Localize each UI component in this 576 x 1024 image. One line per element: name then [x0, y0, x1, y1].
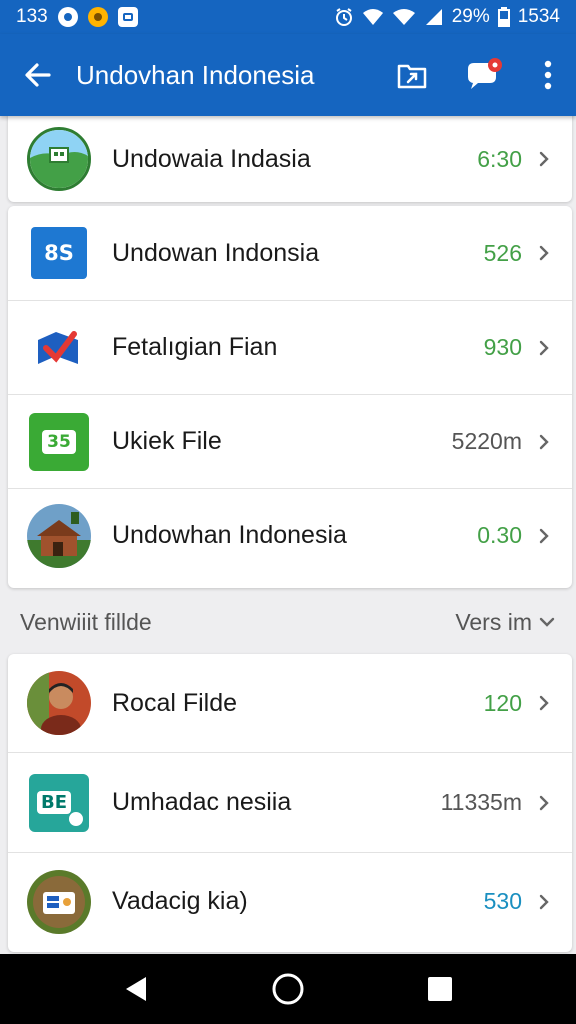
list-item-value: 0.30 [477, 522, 522, 548]
list-item-value: 526 [483, 239, 522, 266]
list-item-label: Undowan Indonsia [112, 238, 320, 267]
list-item-value: 11335m [440, 789, 522, 815]
wifi-icon-2 [392, 7, 416, 27]
back-triangle-icon [126, 977, 146, 1001]
list-item-value: 120 [483, 689, 522, 716]
list-card-top: Undowaia Indasia 6:30 [8, 110, 572, 202]
list-item[interactable]: 8S Undowan Indonsia 526 [8, 206, 572, 300]
chevron-right-icon [530, 888, 558, 916]
more-options-button[interactable] [520, 34, 576, 116]
status-bar: 133 29% 1534 [0, 0, 576, 34]
chevron-right-icon [530, 145, 558, 173]
battery-icon [497, 7, 510, 27]
recents-square-icon [428, 977, 452, 1001]
list-item-label: Rocal Filde [112, 688, 238, 717]
list-item-value: 6:30 [477, 145, 522, 172]
share-folder-icon [397, 64, 427, 89]
battery-percent: 29% [451, 6, 490, 27]
list-item[interactable]: Fetalıgian Fian 930 [8, 300, 572, 394]
list-item[interactable]: Vadacig kia) 530 [8, 852, 572, 950]
chevron-right-icon [530, 334, 558, 362]
version-select-label: Vers im [455, 608, 532, 635]
list-card-main: 8S Undowan Indonsia 526 Fetalıgian Fian … [8, 206, 572, 588]
list-item[interactable]: Rocal Filde 120 [8, 654, 572, 752]
list-item-label: Undowhan Indonesia [112, 521, 347, 549]
person-avatar [27, 671, 91, 735]
notification-icon [57, 7, 78, 27]
chevron-right-icon [530, 239, 558, 267]
nav-recents-button[interactable] [410, 959, 470, 1019]
section-title: Venwiiit fillde [20, 608, 152, 635]
page-title: Undovhan Indonesia [76, 59, 315, 90]
green-doc-icon: 35 [29, 412, 89, 471]
list-item-value: 5220m [451, 428, 522, 454]
list-item[interactable]: 35 Ukiek File 5220m [8, 394, 572, 488]
list-item-value: 930 [483, 334, 522, 360]
list-item-label: Fetalıgian Fian [112, 333, 278, 361]
app-icon [87, 7, 108, 27]
chevron-right-icon [530, 789, 558, 817]
signal-icon [424, 7, 444, 27]
chat-button[interactable] [448, 34, 520, 116]
share-folder-button[interactable] [376, 34, 448, 116]
arrow-left-icon [25, 63, 51, 87]
list-item[interactable]: Undowaia Indasia 6:30 [8, 110, 572, 202]
nav-home-button[interactable] [258, 959, 318, 1019]
chevron-down-icon [539, 617, 555, 627]
chat-bubble-icon [468, 58, 502, 89]
section-header: Venwiiit fillde Vers im [0, 596, 576, 648]
wifi-icon [362, 7, 384, 27]
list-item[interactable]: Undowhan Indonesia 0.30 [8, 488, 572, 582]
status-time-right: 1534 [517, 6, 560, 27]
alarm-icon [334, 7, 354, 27]
list-item-label: Vadacig kia) [112, 887, 248, 915]
chevron-right-icon [530, 428, 558, 456]
chevron-right-icon [530, 689, 558, 717]
folder-8s-icon: 8S [31, 227, 87, 279]
system-nav-bar [0, 954, 576, 1024]
landscape-avatar [27, 127, 91, 191]
list-item-value: 530 [483, 888, 522, 914]
list-item-label: Umhadac nesiia [112, 788, 292, 816]
version-select[interactable]: Vers im [455, 609, 556, 636]
list-item-label: Undowaia Indasia [112, 144, 311, 173]
checkmark-flag-icon [38, 330, 78, 364]
house-avatar [27, 503, 91, 568]
screenshot-icon [117, 7, 138, 27]
nav-back-button[interactable] [106, 959, 166, 1019]
list-item-label: Ukiek File [112, 427, 222, 455]
chevron-right-icon [530, 522, 558, 550]
more-vert-icon [544, 60, 552, 90]
app-bar: Undovhan Indonesia [0, 34, 576, 116]
home-circle-icon [272, 973, 304, 1005]
back-button[interactable] [0, 34, 76, 116]
nature-avatar [27, 869, 91, 934]
status-time-left: 133 [16, 6, 48, 27]
teal-file-icon: BE [29, 773, 89, 832]
list-card-bottom: Rocal Filde 120 BE Umhadac nesiia 11335m [8, 654, 572, 952]
list-item[interactable]: BE Umhadac nesiia 11335m [8, 752, 572, 852]
